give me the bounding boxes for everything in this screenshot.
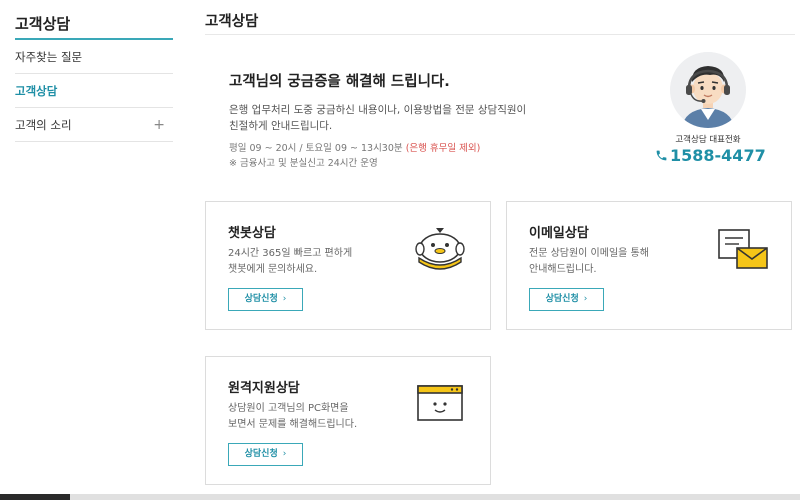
intro-description: 은행 업무처리 도중 궁금하신 내용이나, 이용방법을 전문 상담직원이 친절하…: [229, 102, 526, 134]
page-title: 고객상담: [205, 14, 259, 30]
chevron-right-icon: ›: [282, 449, 287, 459]
taskbar-strip: [0, 494, 800, 500]
main-content: 고객상담 고객님의 궁금증을 해결해 드립니다. 은행 업무처리 도중 궁금하신…: [205, 0, 795, 500]
card-desc-line2: 보면서 문제를 해결해드립니다.: [228, 419, 358, 430]
remote-support-icon: [416, 384, 464, 428]
remote-support-apply-button[interactable]: 상담신청 ›: [228, 443, 303, 466]
card-title: 챗봇상담: [228, 226, 276, 241]
sidebar-item-customer-consultation[interactable]: 고객상담: [15, 74, 173, 108]
phone-number[interactable]: 1588-4477: [655, 146, 766, 166]
button-label: 상담신청: [545, 294, 579, 304]
service-hours-text: 평일 09 ~ 20시 / 토요일 09 ~ 13시30분: [229, 143, 403, 154]
card-title: 이메일상담: [529, 226, 589, 241]
phone-number-text: 1588-4477: [670, 146, 766, 165]
card-desc-line1: 상담원이 고객님의 PC화면을: [228, 403, 349, 414]
email-icon: [717, 228, 769, 274]
service-hours: 평일 09 ~ 20시 / 토요일 09 ~ 13시30분 (은행 휴무일 제외…: [229, 140, 480, 154]
card-title: 원격지원상담: [228, 381, 300, 396]
button-label: 상담신청: [244, 449, 278, 459]
sidebar-title: 고객상담: [15, 0, 173, 40]
card-description: 상담원이 고객님의 PC화면을 보면서 문제를 해결해드립니다.: [228, 401, 357, 433]
card-desc-line2: 안내해드립니다.: [529, 264, 597, 275]
card-description: 24시간 365일 빠르고 편하게 챗봇에게 문의하세요.: [228, 246, 352, 278]
intro-desc-line2: 친절하게 안내드립니다.: [229, 120, 333, 132]
emergency-note: ※ 금융사고 및 분실신고 24시간 운영: [229, 158, 378, 169]
agent-avatar-icon: [670, 52, 746, 128]
chatbot-icon: [414, 228, 466, 276]
chevron-right-icon: ›: [282, 294, 287, 304]
card-desc-line1: 24시간 365일 빠르고 편하게: [228, 248, 353, 259]
sidebar-item-label: 고객의 소리: [15, 118, 72, 132]
sidebar-item-customer-voice[interactable]: 고객의 소리 +: [15, 108, 173, 142]
title-divider: [205, 34, 795, 35]
expand-plus-icon[interactable]: +: [153, 108, 165, 142]
chatbot-card: 챗봇상담 24시간 365일 빠르고 편하게 챗봇에게 문의하세요. 상담신청 ›: [205, 201, 491, 330]
card-description: 전문 상담원이 이메일을 통해 안내해드립니다.: [529, 246, 649, 278]
phone-icon: [655, 147, 668, 166]
phone-label: 고객상담 대표전화: [675, 135, 741, 145]
holiday-exception: (은행 휴무일 제외): [405, 143, 481, 154]
email-card: 이메일상담 전문 상담원이 이메일을 통해 안내해드립니다. 상담신청 ›: [506, 201, 792, 330]
email-apply-button[interactable]: 상담신청 ›: [529, 288, 604, 311]
remote-support-card: 원격지원상담 상담원이 고객님의 PC화면을 보면서 문제를 해결해드립니다. …: [205, 356, 491, 485]
sidebar-item-faq[interactable]: 자주찾는 질문: [15, 40, 173, 74]
button-label: 상담신청: [244, 294, 278, 304]
intro-heading: 고객님의 궁금증을 해결해 드립니다.: [229, 74, 450, 90]
sidebar: 고객상담 자주찾는 질문 고객상담 고객의 소리 +: [15, 0, 173, 160]
card-desc-line2: 챗봇에게 문의하세요.: [228, 264, 318, 275]
intro-desc-line1: 은행 업무처리 도중 궁금하신 내용이나, 이용방법을 전문 상담직원이: [229, 104, 527, 116]
chevron-right-icon: ›: [583, 294, 588, 304]
chatbot-apply-button[interactable]: 상담신청 ›: [228, 288, 303, 311]
card-desc-line1: 전문 상담원이 이메일을 통해: [529, 248, 649, 259]
